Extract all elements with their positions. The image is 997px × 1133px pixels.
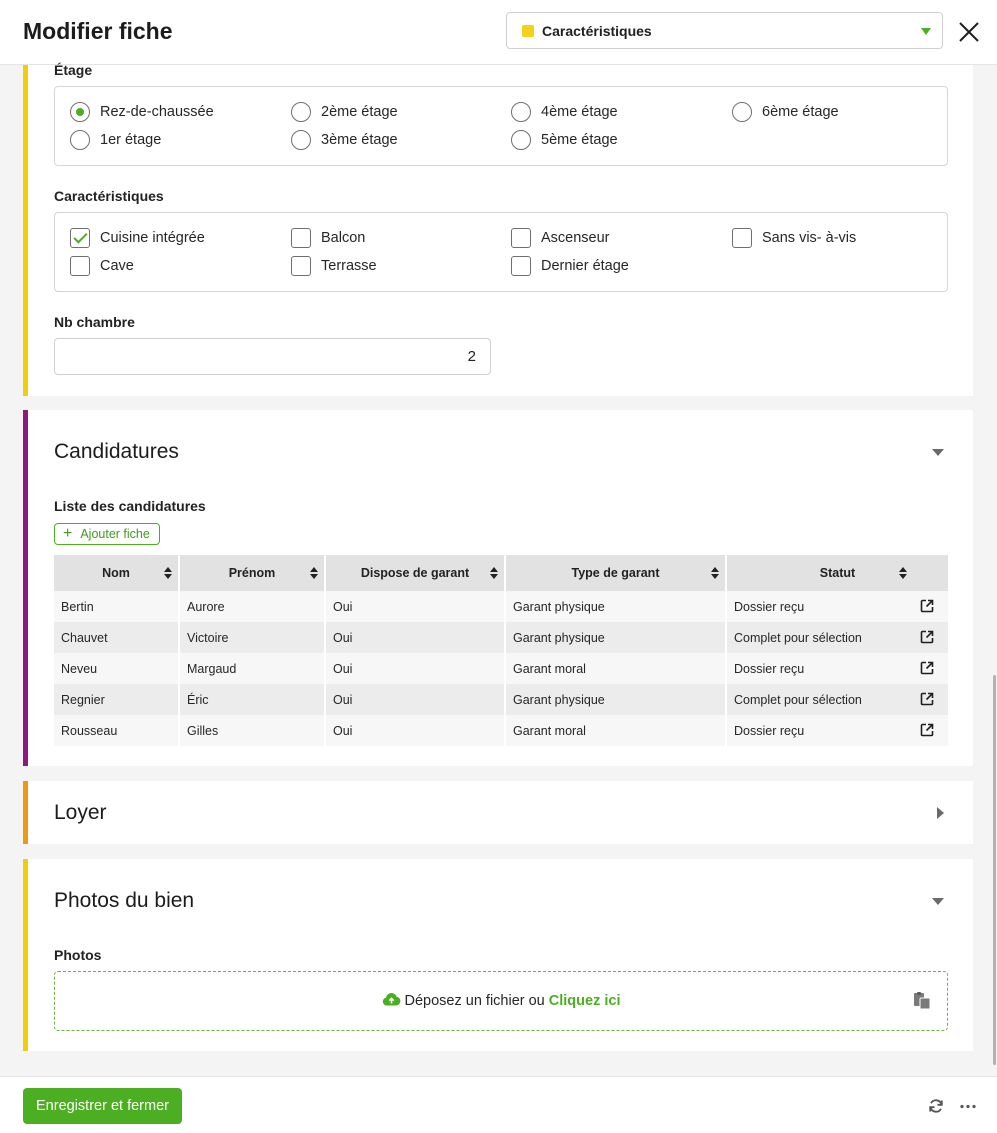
sort-icon[interactable]	[310, 567, 318, 579]
collapse-caret-icon[interactable]	[932, 449, 944, 456]
scrollbar[interactable]	[993, 675, 996, 1065]
column-header-dispose-garant[interactable]: Dispose de garant	[325, 555, 506, 591]
checkbox[interactable]	[511, 256, 531, 276]
footer: Enregistrer et fermer	[0, 1076, 997, 1133]
section-color-dot	[522, 25, 534, 37]
radio[interactable]	[511, 102, 531, 122]
close-icon[interactable]	[956, 19, 982, 45]
candidatures-title: Candidatures	[54, 440, 179, 463]
section-select-value: Caractéristiques	[542, 23, 652, 39]
more-options-icon[interactable]	[960, 1104, 976, 1109]
open-external-icon[interactable]	[920, 599, 934, 613]
loyer-card[interactable]: Loyer	[23, 781, 973, 844]
checkbox-cave[interactable]: Cave	[70, 255, 134, 277]
radio[interactable]	[291, 102, 311, 122]
dropzone-click-link[interactable]: Cliquez ici	[549, 993, 621, 1009]
checkbox[interactable]	[511, 228, 531, 248]
save-and-close-button[interactable]: Enregistrer et fermer	[23, 1088, 182, 1124]
etage-options: Rez-de-chaussée 1er étage 2ème étage 3èm…	[54, 86, 948, 166]
caracteristiques-options: Cuisine intégrée Cave Balcon Terrasse As…	[54, 212, 948, 292]
chevron-down-icon	[921, 28, 931, 35]
collapse-caret-icon[interactable]	[932, 898, 944, 905]
characteristics-card: Étage Rez-de-chaussée 1er étage 2ème éta…	[23, 62, 973, 396]
table-row[interactable]: Regnier Éric Oui Garant physique Complet…	[54, 684, 948, 715]
table-header-row: Nom Prénom Dispose de garant Type de gar…	[54, 555, 948, 591]
sort-icon[interactable]	[490, 567, 498, 579]
checkbox-sans-vis-a-vis[interactable]: Sans vis- à-vis	[732, 227, 856, 249]
checkbox-checked[interactable]	[70, 228, 90, 248]
column-header-type-garant[interactable]: Type de garant	[505, 555, 727, 591]
checkbox[interactable]	[291, 228, 311, 248]
sort-icon[interactable]	[711, 567, 719, 579]
header: Modifier fiche Caractéristiques	[0, 0, 997, 65]
etage-option-2[interactable]: 2ème étage	[291, 101, 398, 123]
column-header-prenom[interactable]: Prénom	[179, 555, 326, 591]
paste-icon[interactable]	[913, 992, 931, 1010]
candidatures-table: Nom Prénom Dispose de garant Type de gar…	[54, 555, 948, 746]
expand-caret-icon[interactable]	[937, 807, 944, 819]
open-external-icon[interactable]	[920, 661, 934, 675]
sort-icon[interactable]	[164, 567, 172, 579]
sort-icon[interactable]	[899, 567, 907, 579]
cloud-upload-icon	[382, 993, 400, 1006]
photo-dropzone[interactable]: Déposez un fichier ou Cliquez ici	[54, 971, 948, 1031]
radio[interactable]	[511, 130, 531, 150]
plus-icon: +	[63, 525, 73, 542]
checkbox-balcon[interactable]: Balcon	[291, 227, 365, 249]
checkbox-terrasse[interactable]: Terrasse	[291, 255, 377, 277]
open-external-icon[interactable]	[920, 723, 934, 737]
etage-option-6[interactable]: 6ème étage	[732, 101, 839, 123]
checkbox[interactable]	[291, 256, 311, 276]
column-header-nom[interactable]: Nom	[54, 555, 180, 591]
photos-card: Photos du bien Photos Déposez un fichier…	[23, 859, 973, 1051]
nb-chambre-label: Nb chambre	[54, 314, 135, 330]
checkbox[interactable]	[70, 256, 90, 276]
open-external-icon[interactable]	[920, 630, 934, 644]
photos-title: Photos du bien	[54, 889, 195, 912]
nb-chambre-input[interactable]	[54, 338, 491, 375]
open-external-icon[interactable]	[920, 692, 934, 706]
table-row[interactable]: Bertin Aurore Oui Garant physique Dossie…	[54, 591, 948, 622]
radio[interactable]	[70, 130, 90, 150]
table-row[interactable]: Rousseau Gilles Oui Garant moral Dossier…	[54, 715, 948, 746]
etage-option-3[interactable]: 3ème étage	[291, 129, 398, 151]
etage-option-1[interactable]: 1er étage	[70, 129, 161, 151]
photos-label: Photos	[54, 947, 102, 963]
table-row[interactable]: Neveu Margaud Oui Garant moral Dossier r…	[54, 653, 948, 684]
radio[interactable]	[291, 130, 311, 150]
caracteristiques-label: Caractéristiques	[54, 188, 164, 204]
etage-label: Étage	[54, 62, 93, 78]
column-header-statut[interactable]: Statut	[726, 555, 948, 591]
loyer-title: Loyer	[54, 801, 107, 824]
table-row[interactable]: Chauvet Victoire Oui Garant physique Com…	[54, 622, 948, 653]
radio-selected[interactable]	[70, 102, 90, 122]
radio[interactable]	[732, 102, 752, 122]
checkbox-ascenseur[interactable]: Ascenseur	[511, 227, 610, 249]
dropzone-text: Déposez un fichier ou	[404, 993, 545, 1009]
etage-option-4[interactable]: 4ème étage	[511, 101, 618, 123]
etage-option-rdc[interactable]: Rez-de-chaussée	[70, 101, 214, 123]
candidatures-list-label: Liste des candidatures	[54, 498, 206, 514]
section-select[interactable]: Caractéristiques	[506, 12, 943, 49]
checkbox-dernier-etage[interactable]: Dernier étage	[511, 255, 629, 277]
checkbox[interactable]	[732, 228, 752, 248]
candidatures-card: Candidatures Liste des candidatures + Aj…	[23, 410, 973, 766]
checkbox-cuisine-integree[interactable]: Cuisine intégrée	[70, 227, 205, 249]
add-fiche-button[interactable]: + Ajouter fiche	[54, 523, 160, 545]
page-title: Modifier fiche	[23, 18, 173, 44]
refresh-icon[interactable]	[928, 1098, 944, 1114]
etage-option-5[interactable]: 5ème étage	[511, 129, 618, 151]
